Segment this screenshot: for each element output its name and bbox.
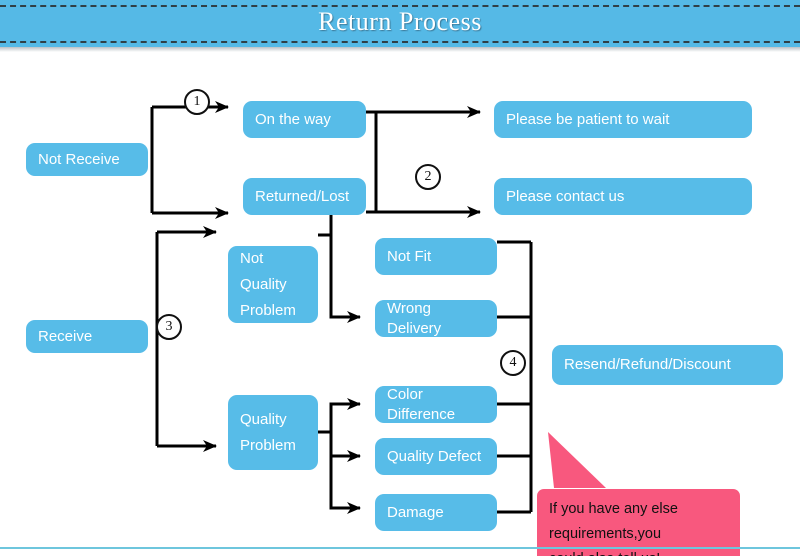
node-on-the-way[interactable]: On the way bbox=[243, 101, 366, 138]
node-resend-refund-discount[interactable]: Resend/Refund/Discount bbox=[552, 345, 783, 385]
node-not-fit[interactable]: Not Fit bbox=[375, 238, 497, 275]
node-not-receive[interactable]: Not Receive bbox=[26, 143, 148, 176]
footer-divider bbox=[0, 547, 800, 549]
banner-dashed-line-bottom bbox=[0, 41, 800, 43]
node-please-contact-us[interactable]: Please contact us bbox=[494, 178, 752, 215]
flow-diagram: 1 2 3 4 Not Receive On the way Returned/… bbox=[0, 52, 800, 556]
node-damage[interactable]: Damage bbox=[375, 494, 497, 531]
callout-bubble: If you have any else requirements,you co… bbox=[537, 489, 740, 556]
callout-pointer-icon bbox=[548, 432, 606, 488]
step-marker-4: 4 bbox=[500, 350, 526, 376]
page-title: Return Process bbox=[318, 7, 482, 36]
node-not-quality-problem[interactable]: Not Quality Problem bbox=[228, 246, 318, 323]
node-wrong-delivery[interactable]: Wrong Delivery bbox=[375, 300, 497, 337]
step-marker-2: 2 bbox=[415, 164, 441, 190]
node-please-be-patient[interactable]: Please be patient to wait bbox=[494, 101, 752, 138]
header-banner: Return Process bbox=[0, 0, 800, 47]
step-marker-3: 3 bbox=[156, 314, 182, 340]
node-quality-problem[interactable]: Quality Problem bbox=[228, 395, 318, 470]
step-marker-1: 1 bbox=[184, 89, 210, 115]
return-process-infographic: Return Process 1 2 3 4 Not Receive On th… bbox=[0, 0, 800, 556]
node-color-difference[interactable]: Color Difference bbox=[375, 386, 497, 423]
node-returned-lost[interactable]: Returned/Lost bbox=[243, 178, 366, 215]
node-receive[interactable]: Receive bbox=[26, 320, 148, 353]
node-quality-defect[interactable]: Quality Defect bbox=[375, 438, 497, 475]
